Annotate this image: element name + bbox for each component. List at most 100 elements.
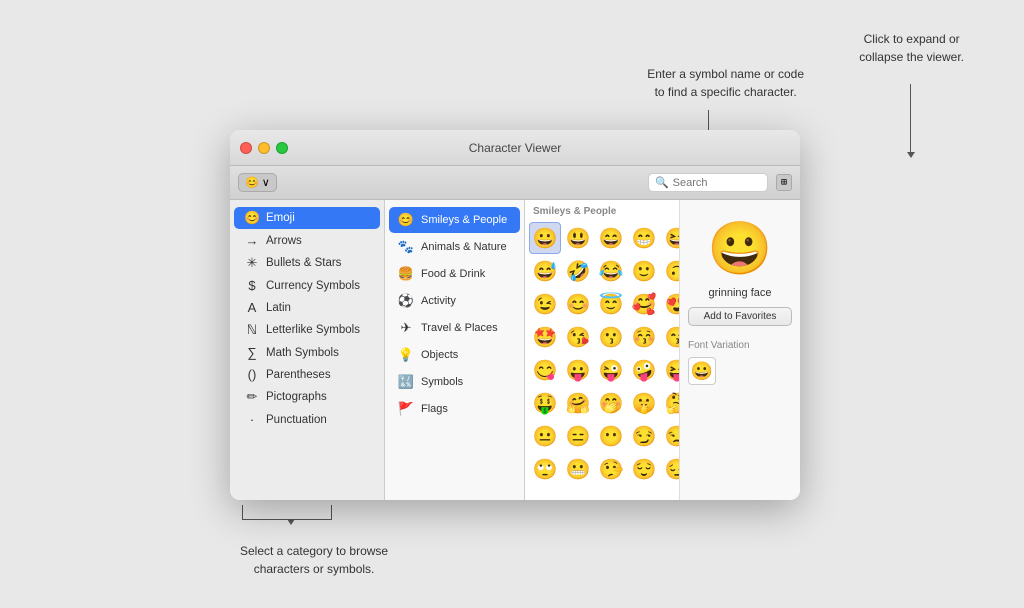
- sidebar-item-label: Arrows: [266, 235, 302, 247]
- sidebar-item-bullets[interactable]: ✳ Bullets & Stars: [234, 252, 380, 274]
- detail-panel: 😀 grinning face Add to Favorites Font Va…: [680, 200, 800, 500]
- emoji-cell[interactable]: 😔: [661, 453, 680, 485]
- callout-top-middle: Enter a symbol name or code to find a sp…: [647, 65, 804, 101]
- emoji-section-header: Smileys & People: [525, 200, 679, 220]
- emoji-cell[interactable]: 🤣: [562, 255, 594, 287]
- maximize-button[interactable]: [276, 142, 288, 154]
- parentheses-icon: (): [244, 367, 260, 382]
- category-label: Activity: [421, 295, 456, 307]
- sidebar-item-pictographs[interactable]: ✏ Pictographs: [234, 386, 380, 408]
- search-input[interactable]: [673, 177, 753, 189]
- sidebar-item-label: Punctuation: [266, 414, 327, 426]
- sidebar-item-latin[interactable]: A Latin: [234, 297, 380, 318]
- emoji-cell[interactable]: 😆: [661, 222, 680, 254]
- category-food[interactable]: 🍔 Food & Drink: [389, 261, 520, 287]
- sidebar-item-label: Letterlike Symbols: [266, 324, 360, 336]
- emoji-cell[interactable]: 😬: [562, 453, 594, 485]
- callout-bottom: Select a category to browse characters o…: [240, 542, 388, 578]
- category-label: Smileys & People: [421, 214, 507, 226]
- emoji-cell[interactable]: 😘: [562, 321, 594, 353]
- expand-button[interactable]: ⊞: [776, 174, 792, 191]
- sidebar-item-punctuation[interactable]: · Punctuation: [234, 409, 380, 430]
- emoji-cell[interactable]: 🙂: [628, 255, 660, 287]
- flags-icon: 🚩: [397, 400, 415, 418]
- emoji-cell[interactable]: 😌: [628, 453, 660, 485]
- expand-icon: ⊞: [781, 177, 787, 188]
- emoji-category-icon: 😊: [244, 210, 260, 226]
- bullets-icon: ✳: [244, 255, 260, 271]
- emoji-cell[interactable]: 🤗: [562, 387, 594, 419]
- emoji-cell[interactable]: 🤫: [628, 387, 660, 419]
- sidebar-item-letterlike[interactable]: ℕ Letterlike Symbols: [234, 319, 380, 341]
- category-smileys[interactable]: 😊 Smileys & People: [389, 207, 520, 233]
- emoji-cell[interactable]: 😏: [628, 420, 660, 452]
- sidebar-item-currency[interactable]: $ Currency Symbols: [234, 275, 380, 296]
- sidebar-item-label: Math Symbols: [266, 347, 339, 359]
- smileys-icon: 😊: [397, 211, 415, 229]
- emoji-cell[interactable]: 😂: [595, 255, 627, 287]
- emoji-cell[interactable]: 🤥: [595, 453, 627, 485]
- emoji-cell[interactable]: 😜: [595, 354, 627, 386]
- left-sidebar: 😊 Emoji → Arrows ✳ Bullets & Stars $ Cur…: [230, 200, 385, 500]
- emoji-cell[interactable]: 🤪: [628, 354, 660, 386]
- font-variation-cell[interactable]: 😀: [688, 357, 716, 385]
- sidebar-item-emoji[interactable]: 😊 Emoji: [234, 207, 380, 229]
- sidebar-item-label: Bullets & Stars: [266, 257, 341, 269]
- close-button[interactable]: [240, 142, 252, 154]
- emoji-cell[interactable]: 😐: [529, 420, 561, 452]
- emoji-cell[interactable]: 😙: [661, 321, 680, 353]
- emoji-cell[interactable]: 😉: [529, 288, 561, 320]
- window-title: Character Viewer: [469, 141, 561, 155]
- category-symbols[interactable]: 🔣 Symbols: [389, 369, 520, 395]
- arrows-icon: →: [244, 233, 260, 248]
- emoji-cell[interactable]: 🙄: [529, 453, 561, 485]
- emoji-cell[interactable]: 😒: [661, 420, 680, 452]
- emoji-cell[interactable]: 😁: [628, 222, 660, 254]
- emoji-cell[interactable]: 😀: [529, 222, 561, 254]
- window-controls: [240, 142, 288, 154]
- emoji-cell[interactable]: 😍: [661, 288, 680, 320]
- font-variation-label: Font Variation: [688, 340, 750, 351]
- expand-arrow-line: [910, 84, 911, 154]
- punctuation-icon: ·: [244, 412, 260, 427]
- sidebar-item-math[interactable]: ∑ Math Symbols: [234, 342, 380, 363]
- search-icon: 🔍: [655, 176, 669, 189]
- emoji-cell[interactable]: 😛: [562, 354, 594, 386]
- emoji-cell[interactable]: 🙃: [661, 255, 680, 287]
- sidebar-item-parentheses[interactable]: () Parentheses: [234, 364, 380, 385]
- activity-icon: ⚽: [397, 292, 415, 310]
- category-flags[interactable]: 🚩 Flags: [389, 396, 520, 422]
- emoji-cell[interactable]: 🤩: [529, 321, 561, 353]
- emoji-picker-button[interactable]: 😊 ∨: [238, 173, 277, 192]
- emoji-cell[interactable]: 😑: [562, 420, 594, 452]
- emoji-cell[interactable]: 🤔: [661, 387, 680, 419]
- symbols-icon: 🔣: [397, 373, 415, 391]
- emoji-cell[interactable]: 🥰: [628, 288, 660, 320]
- emoji-cell[interactable]: 😗: [595, 321, 627, 353]
- emoji-cell[interactable]: 😃: [562, 222, 594, 254]
- math-icon: ∑: [244, 345, 260, 360]
- emoji-cell[interactable]: 😝: [661, 354, 680, 386]
- emoji-cell[interactable]: 😋: [529, 354, 561, 386]
- category-animals[interactable]: 🐾 Animals & Nature: [389, 234, 520, 260]
- category-travel[interactable]: ✈ Travel & Places: [389, 315, 520, 341]
- emoji-cell[interactable]: 😅: [529, 255, 561, 287]
- minimize-button[interactable]: [258, 142, 270, 154]
- character-viewer-window: Character Viewer 😊 ∨ 🔍 ⊞ 😊 Emoj: [230, 130, 800, 500]
- latin-icon: A: [244, 300, 260, 315]
- emoji-cell[interactable]: 😇: [595, 288, 627, 320]
- sidebar-item-arrows[interactable]: → Arrows: [234, 230, 380, 251]
- category-activity[interactable]: ⚽ Activity: [389, 288, 520, 314]
- category-objects[interactable]: 💡 Objects: [389, 342, 520, 368]
- emoji-cell[interactable]: 😄: [595, 222, 627, 254]
- category-label: Animals & Nature: [421, 241, 507, 253]
- emoji-cell[interactable]: 😊: [562, 288, 594, 320]
- detail-emoji-large: 😀: [708, 218, 773, 279]
- emoji-cell[interactable]: 🤭: [595, 387, 627, 419]
- add-favorites-button[interactable]: Add to Favorites: [688, 307, 792, 326]
- emoji-cell[interactable]: 😶: [595, 420, 627, 452]
- detail-emoji-name: grinning face: [709, 287, 772, 299]
- emoji-cell[interactable]: 😚: [628, 321, 660, 353]
- emoji-cell[interactable]: 🤑: [529, 387, 561, 419]
- objects-icon: 💡: [397, 346, 415, 364]
